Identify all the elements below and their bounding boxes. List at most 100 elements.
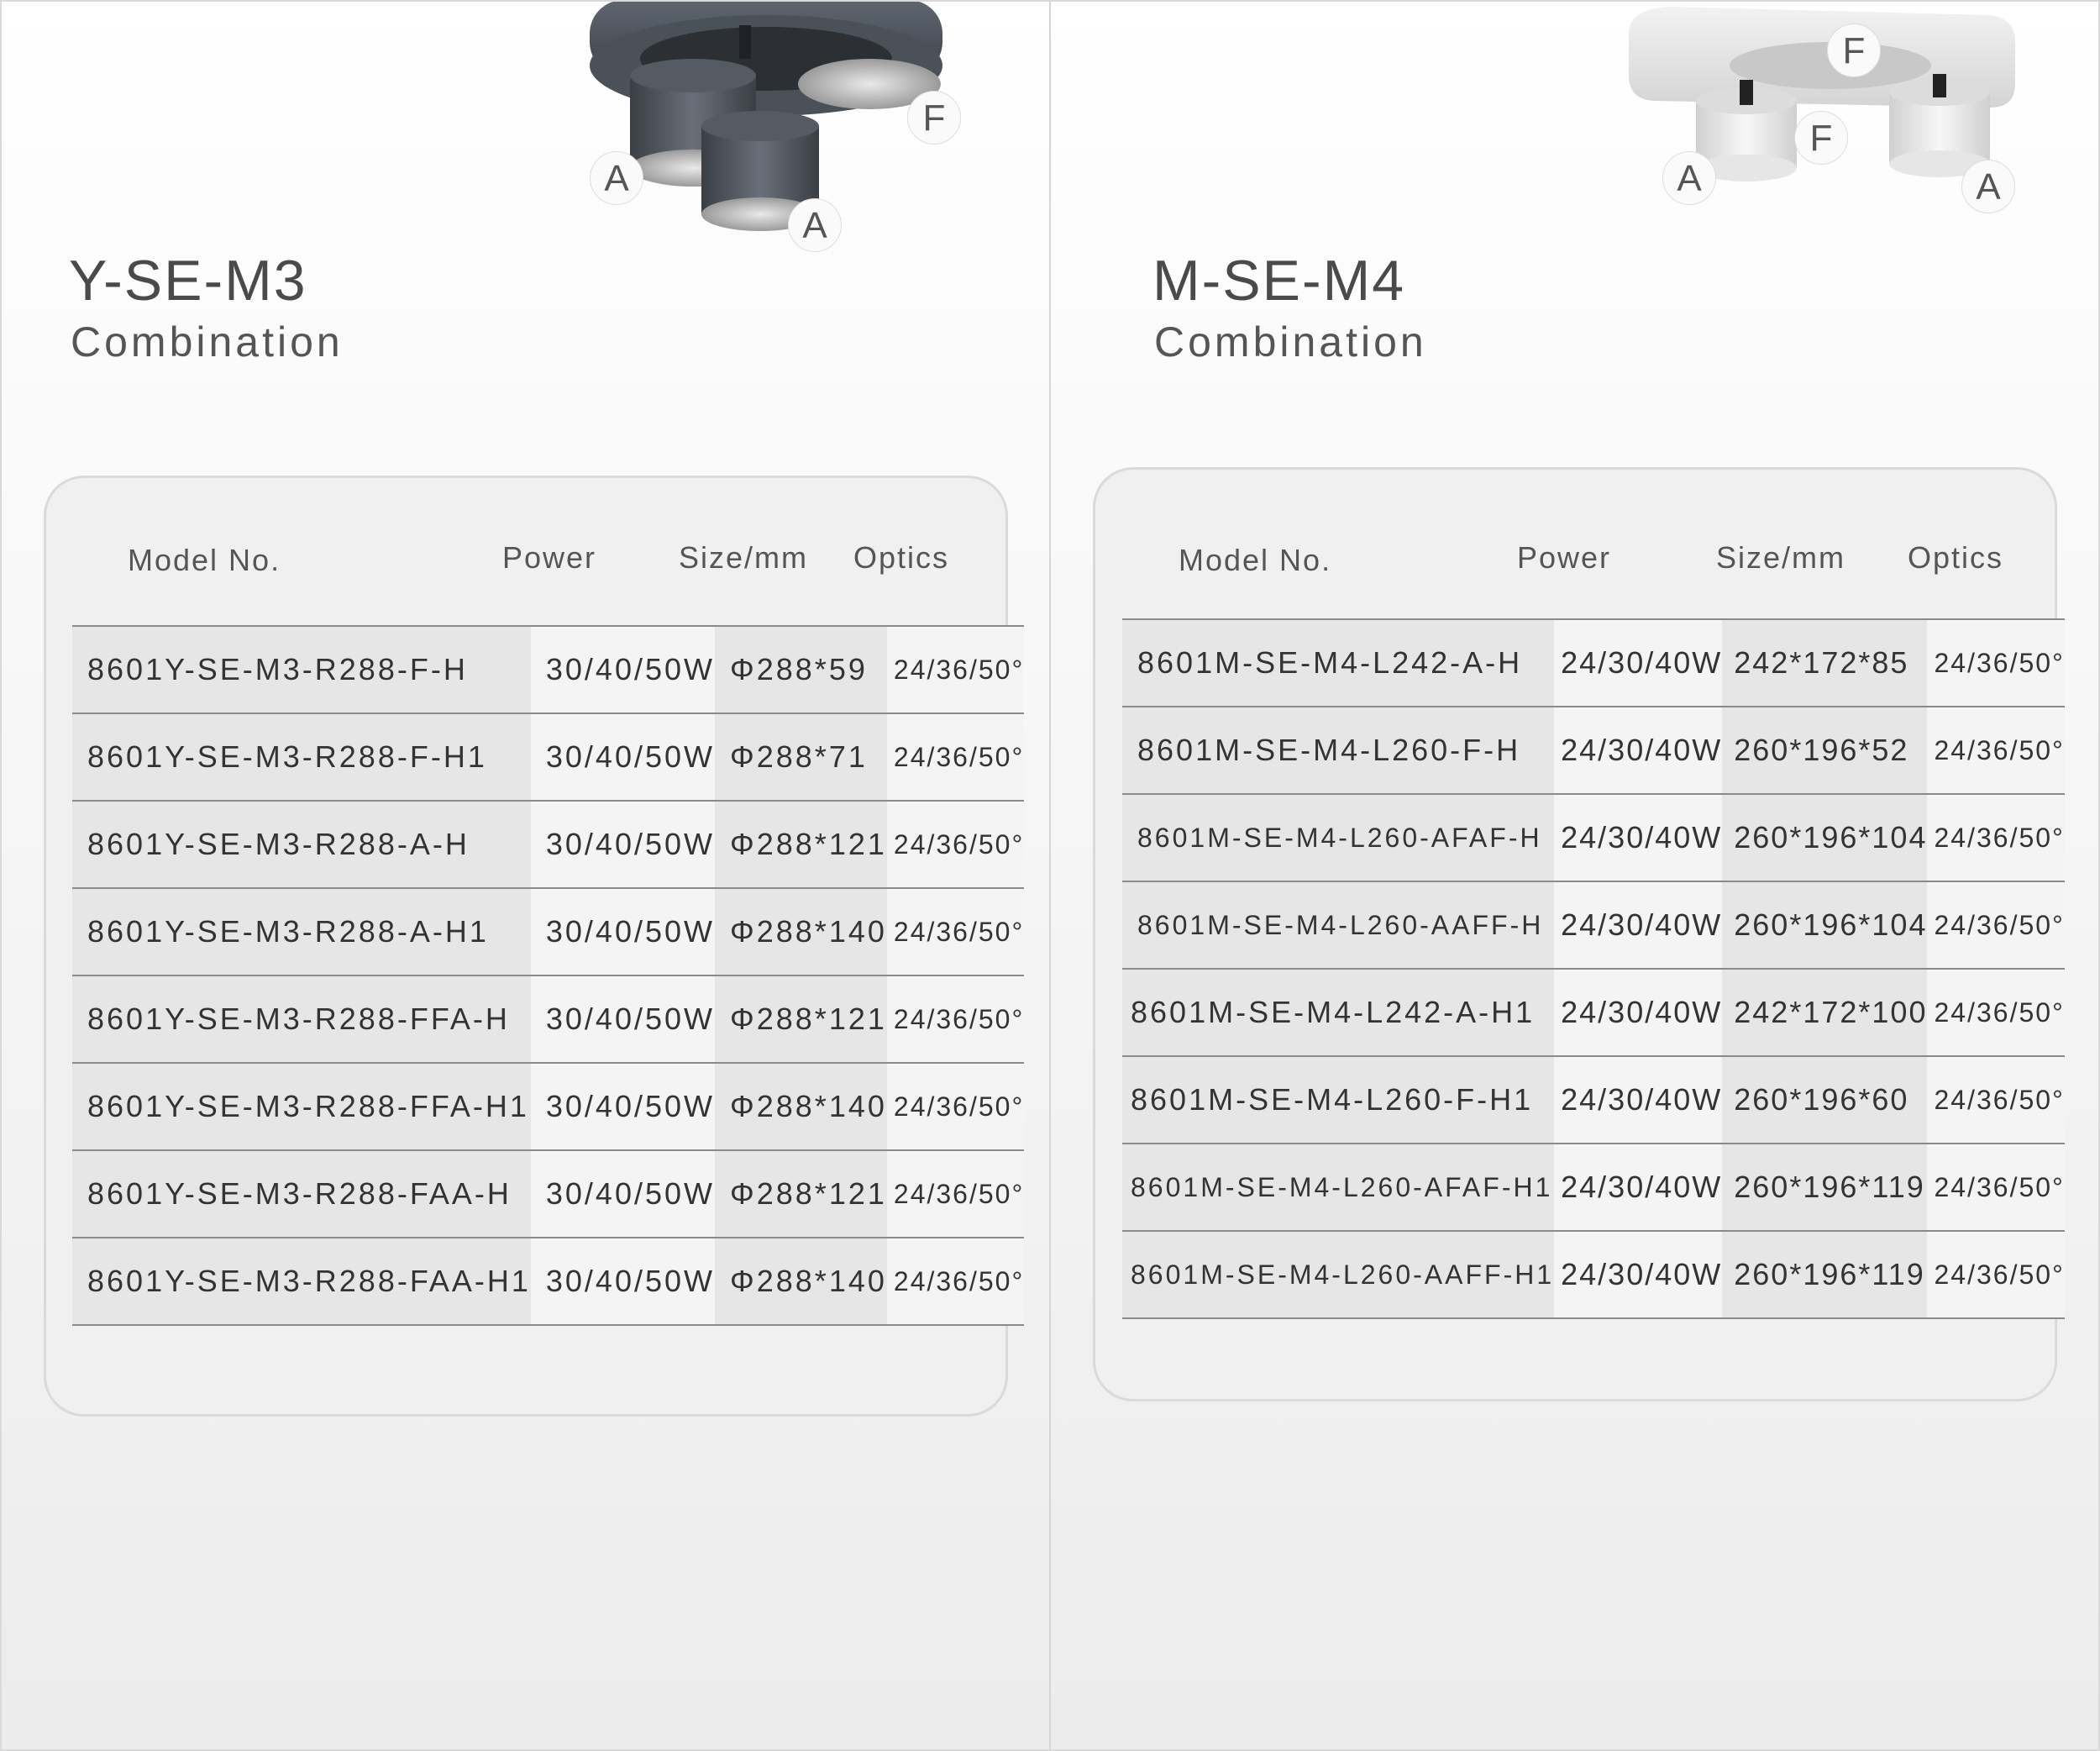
cell-power: 30/40/50W (530, 975, 716, 1064)
cell-model: 8601Y-SE-M3-R288-F-H (72, 625, 531, 714)
cell-model: 8601M-SE-M4-L260-F-H (1122, 707, 1555, 795)
table-row: 8601Y-SE-M3-R288-FFA-H1 30/40/50W Φ288*1… (72, 1063, 1025, 1151)
spec-table: 8601Y-SE-M3-R288-F-H 30/40/50W Φ288*59 2… (72, 625, 1025, 1326)
table-row: 8601M-SE-M4-L260-F-H1 24/30/40W 260*196*… (1122, 1056, 2065, 1144)
label-a-2: A (788, 198, 842, 252)
label-f-1: F (1827, 24, 1881, 77)
cell-optics: 24/36/50° (1927, 1231, 2065, 1319)
cell-power: 30/40/50W (530, 1150, 716, 1238)
cell-optics: 24/36/50° (1927, 969, 2065, 1057)
cell-size: Φ288*121 (715, 975, 887, 1064)
cell-power: 30/40/50W (530, 713, 716, 802)
page-title: Y-SE-M3 (69, 249, 307, 313)
cell-model: 8601Y-SE-M3-R288-FAA-H (72, 1150, 531, 1238)
cell-optics: 24/36/50° (886, 1150, 1025, 1238)
header-size: Size/mm (679, 540, 809, 575)
table-row: 8601Y-SE-M3-R288-FAA-H1 30/40/50W Φ288*1… (72, 1238, 1025, 1326)
cell-power: 30/40/50W (530, 801, 716, 889)
cell-model: 8601Y-SE-M3-R288-A-H1 (72, 888, 531, 976)
header-model: Model No. (128, 543, 281, 577)
table-row: 8601Y-SE-M3-R288-A-H1 30/40/50W Φ288*140… (72, 888, 1025, 976)
cell-power: 30/40/50W (530, 1238, 716, 1326)
cell-optics: 24/36/50° (886, 888, 1025, 976)
cell-power: 30/40/50W (530, 1063, 716, 1151)
cell-model: 8601Y-SE-M3-R288-F-H1 (72, 713, 531, 802)
header-power: Power (502, 540, 597, 575)
cell-model: 8601Y-SE-M3-R288-FFA-H (72, 975, 531, 1064)
cell-power: 24/30/40W (1554, 1231, 1723, 1319)
page-subtitle: Combination (1154, 318, 1427, 365)
cell-model: 8601Y-SE-M3-R288-A-H (72, 801, 531, 889)
cell-optics: 24/36/50° (886, 801, 1025, 889)
cell-power: 24/30/40W (1554, 707, 1723, 795)
table-row: 8601Y-SE-M3-R288-F-H 30/40/50W Φ288*59 2… (72, 625, 1025, 714)
header-power: Power (1517, 540, 1612, 575)
cell-model: 8601M-SE-M4-L242-A-H (1122, 618, 1555, 707)
cell-size: 260*196*52 (1722, 707, 1928, 795)
cell-power: 24/30/40W (1554, 794, 1723, 882)
table-row: 8601M-SE-M4-L260-AAFF-H1 24/30/40W 260*1… (1122, 1231, 2065, 1319)
cell-size: 260*196*119 (1722, 1144, 1928, 1232)
cell-optics: 24/36/50° (886, 975, 1025, 1064)
cell-power: 24/30/40W (1554, 618, 1723, 707)
page-subtitle: Combination (71, 318, 344, 365)
label-f-2: F (1794, 111, 1848, 165)
label-a-1: A (590, 151, 643, 205)
table-row: 8601Y-SE-M3-R288-F-H1 30/40/50W Φ288*71 … (72, 713, 1025, 802)
label-a-2: A (1961, 160, 2015, 213)
cell-optics: 24/36/50° (1927, 881, 2065, 970)
cell-model: 8601M-SE-M4-L260-AAFF-H1 (1122, 1231, 1555, 1319)
cell-model: 8601M-SE-M4-L260-AAFF-H (1122, 881, 1555, 970)
cell-model: 8601Y-SE-M3-R288-FFA-H1 (72, 1063, 531, 1151)
header-model: Model No. (1179, 543, 1332, 577)
header-size: Size/mm (1716, 540, 1846, 575)
cell-power: 24/30/40W (1554, 881, 1723, 970)
cell-model: 8601M-SE-M4-L260-AFAF-H1 (1122, 1144, 1555, 1232)
cell-size: 260*196*60 (1722, 1056, 1928, 1144)
cell-power: 30/40/50W (530, 888, 716, 976)
cell-optics: 24/36/50° (1927, 794, 2065, 882)
cell-size: Φ288*121 (715, 801, 887, 889)
cell-size: 260*196*104 (1722, 881, 1928, 970)
cell-optics: 24/36/50° (1927, 618, 2065, 707)
cell-size: Φ288*140 (715, 1063, 887, 1151)
cell-model: 8601M-SE-M4-L260-F-H1 (1122, 1056, 1555, 1144)
cell-optics: 24/36/50° (886, 625, 1025, 714)
cell-size: Φ288*71 (715, 713, 887, 802)
cell-power: 24/30/40W (1554, 969, 1723, 1057)
cell-optics: 24/36/50° (886, 1238, 1025, 1326)
table-row: 8601M-SE-M4-L260-AFAF-H1 24/30/40W 260*1… (1122, 1144, 2065, 1232)
cell-size: Φ288*140 (715, 888, 887, 976)
table-row: 8601M-SE-M4-L260-AAFF-H 24/30/40W 260*19… (1122, 881, 2065, 970)
cell-power: 24/30/40W (1554, 1144, 1723, 1232)
page-title: M-SE-M4 (1152, 249, 1406, 313)
cell-optics: 24/36/50° (1927, 1056, 2065, 1144)
cell-size: 260*196*119 (1722, 1231, 1928, 1319)
cell-size: Φ288*59 (715, 625, 887, 714)
cell-optics: 24/36/50° (1927, 707, 2065, 795)
cell-model: 8601M-SE-M4-L242-A-H1 (1122, 969, 1555, 1057)
table-row: 8601Y-SE-M3-R288-FFA-H 30/40/50W Φ288*12… (72, 975, 1025, 1064)
label-f-1: F (907, 91, 961, 145)
cell-size: 242*172*100 (1722, 969, 1928, 1057)
cell-power: 24/30/40W (1554, 1056, 1723, 1144)
cell-optics: 24/36/50° (886, 713, 1025, 802)
left-page: A A F Y-SE-M3 Combination Model No. Powe… (0, 0, 1049, 1751)
header-optics: Optics (853, 540, 950, 575)
cell-size: Φ288*121 (715, 1150, 887, 1238)
cell-power: 30/40/50W (530, 625, 716, 714)
table-row: 8601Y-SE-M3-R288-A-H 30/40/50W Φ288*121 … (72, 801, 1025, 889)
cell-size: 260*196*104 (1722, 794, 1928, 882)
table-row: 8601Y-SE-M3-R288-FAA-H 30/40/50W Φ288*12… (72, 1150, 1025, 1238)
cell-size: 242*172*85 (1722, 618, 1928, 707)
table-row: 8601M-SE-M4-L260-AFAF-H 24/30/40W 260*19… (1122, 794, 2065, 882)
cell-model: 8601M-SE-M4-L260-AFAF-H (1122, 794, 1555, 882)
label-a-1: A (1662, 151, 1716, 205)
cell-model: 8601Y-SE-M3-R288-FAA-H1 (72, 1238, 531, 1326)
right-page: F F A A M-SE-M4 Combination Model No. Po… (1051, 0, 2100, 1751)
table-row: 8601M-SE-M4-L260-F-H 24/30/40W 260*196*5… (1122, 707, 2065, 795)
cell-optics: 24/36/50° (1927, 1144, 2065, 1232)
cell-optics: 24/36/50° (886, 1063, 1025, 1151)
cell-size: Φ288*140 (715, 1238, 887, 1326)
header-optics: Optics (1908, 540, 2004, 575)
